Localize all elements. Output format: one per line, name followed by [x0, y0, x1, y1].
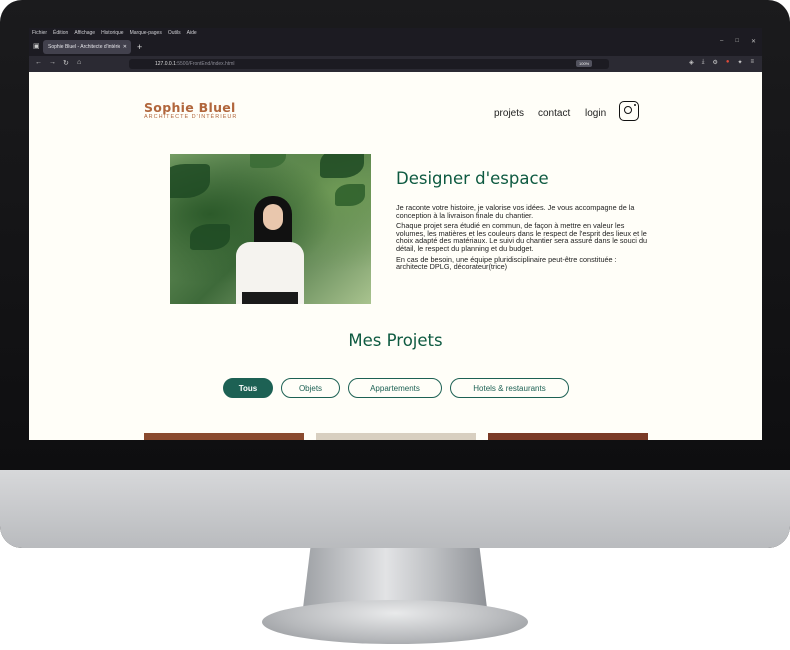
menu-outils[interactable]: Outils: [168, 30, 181, 36]
menu-bar: Fichier Édition Affichage Historique Mar…: [29, 28, 762, 38]
download-icon[interactable]: ⤓: [702, 59, 705, 66]
monitor-chin: [0, 470, 790, 548]
tab-title: Sophie Bluel - Architecte d'intérieur: [48, 44, 120, 50]
monitor-base: [262, 600, 528, 644]
intro-paragraph: Je raconte votre histoire, je valorise v…: [396, 203, 635, 220]
filter-hotels-restaurants[interactable]: Hotels & restaurants: [450, 378, 569, 398]
home-icon[interactable]: ⌂: [77, 59, 81, 66]
filter-objets[interactable]: Objets: [281, 378, 340, 398]
nav-contact[interactable]: contact: [538, 108, 570, 119]
browser-tab[interactable]: Sophie Bluel - Architecte d'intérieur ✕: [43, 40, 131, 54]
window-controls: – □ ✕: [720, 38, 756, 45]
project-thumbnail[interactable]: [316, 433, 476, 440]
forward-icon[interactable]: →: [49, 59, 56, 66]
site-logo-subtitle: ARCHITECTE D'INTÉRIEUR: [144, 114, 238, 120]
maximize-icon[interactable]: □: [735, 38, 739, 45]
reload-icon[interactable]: ↻: [63, 59, 69, 67]
menu-marque-pages[interactable]: Marque-pages: [130, 30, 162, 36]
tab-bar: ▣ Sophie Bluel - Architecte d'intérieur …: [29, 38, 762, 56]
site-logo[interactable]: Sophie Bluel: [144, 100, 236, 115]
intro-title: Designer d'espace: [396, 169, 549, 188]
nav-login[interactable]: login: [585, 108, 606, 119]
close-window-icon[interactable]: ✕: [751, 38, 756, 45]
new-tab-icon[interactable]: +: [137, 42, 142, 52]
monitor-stand: [303, 548, 487, 608]
menu-fichier[interactable]: Fichier: [32, 30, 47, 36]
puzzle-icon[interactable]: ✦: [737, 59, 742, 66]
close-tab-icon[interactable]: ✕: [123, 44, 127, 50]
filter-appartements[interactable]: Appartements: [348, 378, 442, 398]
menu-historique[interactable]: Historique: [101, 30, 124, 36]
intro-paragraph: En cas de besoin, une équipe pluridiscip…: [396, 254, 617, 272]
menu-aide[interactable]: Aide: [187, 30, 197, 36]
navigation-toolbar: ← → ↻ ⌂ 127.0.0.1:5500/FrontEnd/index.ht…: [29, 56, 762, 72]
back-icon[interactable]: ←: [35, 59, 42, 66]
url-path: :5500/FrontEnd/index.html: [175, 61, 235, 67]
portrait-photo: [170, 154, 371, 304]
extension-icon[interactable]: ⚙: [712, 59, 717, 66]
menu-edition[interactable]: Édition: [53, 30, 68, 36]
tab-list-icon[interactable]: ▣: [33, 42, 40, 50]
filter-tous[interactable]: Tous: [223, 378, 273, 398]
browser-window: Fichier Édition Affichage Historique Mar…: [29, 28, 762, 440]
minimize-icon[interactable]: –: [720, 38, 723, 45]
intro-paragraph: Chaque projet sera étudié en commun, de …: [396, 221, 648, 253]
projects-title: Mes Projets: [348, 331, 443, 350]
project-thumbnail[interactable]: [488, 433, 648, 440]
menu-icon[interactable]: ≡: [750, 59, 754, 66]
project-thumbnail[interactable]: [144, 433, 304, 440]
menu-affichage[interactable]: Affichage: [74, 30, 95, 36]
extension-red-icon[interactable]: ●: [726, 59, 730, 66]
pocket-icon[interactable]: ◈: [689, 59, 694, 66]
zoom-level[interactable]: 100%: [576, 60, 593, 67]
toolbar-icons: ◈ ⤓ ⚙ ● ✦ ≡: [689, 59, 754, 66]
nav-projets[interactable]: projets: [494, 108, 524, 119]
web-page: Sophie Bluel ARCHITECTE D'INTÉRIEUR proj…: [29, 72, 762, 440]
url-host: 127.0.0.1: [155, 61, 176, 67]
address-bar[interactable]: 127.0.0.1:5500/FrontEnd/index.html: [129, 59, 609, 69]
intro-text: Je raconte votre histoire, je valorise v…: [396, 204, 648, 274]
instagram-icon[interactable]: [619, 101, 639, 121]
